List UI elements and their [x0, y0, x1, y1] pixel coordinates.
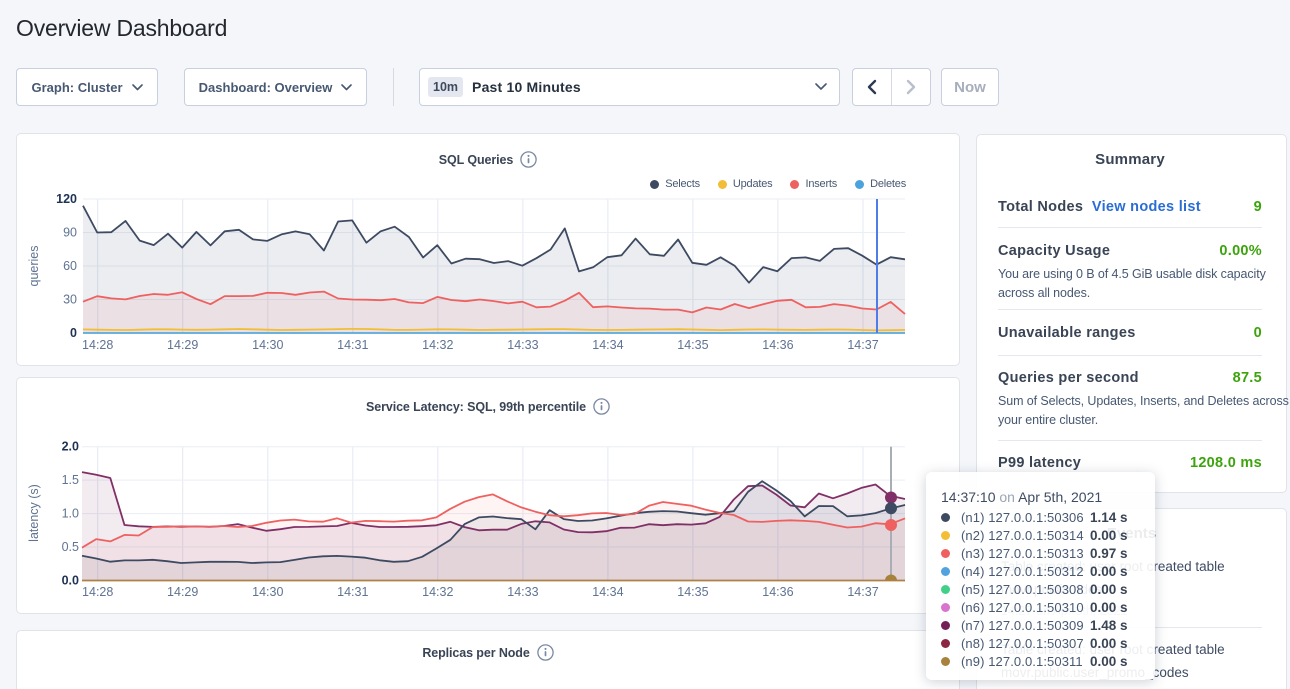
svg-text:120: 120 [56, 192, 77, 206]
svg-text:1.5: 1.5 [62, 473, 79, 487]
svg-text:14:33: 14:33 [507, 338, 538, 352]
svg-text:14:35: 14:35 [677, 585, 708, 599]
svg-text:14:31: 14:31 [337, 338, 368, 352]
svg-text:60: 60 [63, 259, 77, 273]
svg-text:0.5: 0.5 [62, 540, 79, 554]
svg-text:0.0: 0.0 [62, 574, 79, 588]
svg-text:14:30: 14:30 [252, 585, 283, 599]
svg-text:14:31: 14:31 [337, 585, 368, 599]
svg-text:14:28: 14:28 [82, 585, 113, 599]
svg-text:14:35: 14:35 [677, 338, 708, 352]
svg-text:14:34: 14:34 [592, 585, 623, 599]
svg-text:90: 90 [63, 226, 77, 240]
svg-text:14:37: 14:37 [847, 585, 878, 599]
svg-text:latency (s): latency (s) [27, 484, 41, 542]
svg-text:queries: queries [27, 246, 41, 287]
svg-text:1.0: 1.0 [62, 507, 79, 521]
svg-text:14:37: 14:37 [847, 338, 878, 352]
svg-text:14:34: 14:34 [592, 338, 623, 352]
svg-text:14:36: 14:36 [762, 338, 793, 352]
svg-text:14:36: 14:36 [762, 585, 793, 599]
svg-text:14:32: 14:32 [422, 338, 453, 352]
svg-text:14:29: 14:29 [167, 585, 198, 599]
svg-text:2.0: 2.0 [62, 440, 79, 454]
svg-text:30: 30 [63, 293, 77, 307]
svg-text:14:30: 14:30 [252, 338, 283, 352]
svg-text:14:29: 14:29 [167, 338, 198, 352]
svg-text:14:32: 14:32 [422, 585, 453, 599]
svg-text:14:28: 14:28 [82, 338, 113, 352]
svg-text:14:33: 14:33 [507, 585, 538, 599]
svg-text:0: 0 [70, 326, 77, 340]
